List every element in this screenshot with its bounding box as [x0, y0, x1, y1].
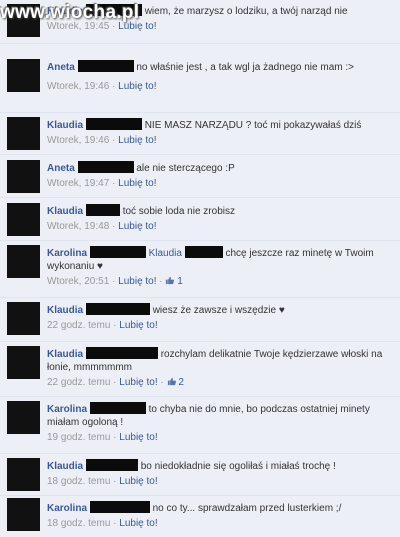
comment-meta: 18 godz. temu · Lubię to! [47, 518, 158, 529]
comment-author[interactable]: Aneta [47, 163, 75, 174]
avatar[interactable] [7, 160, 40, 193]
avatar[interactable] [7, 203, 40, 236]
redacted-name [77, 161, 134, 173]
redacted-name [85, 303, 150, 315]
comment-author[interactable]: Klaudia [47, 305, 83, 316]
comment-timestamp[interactable]: 18 godz. temu [47, 476, 110, 487]
comment-item: Aneta no właśnie jest , a tak wgl ja żad… [0, 55, 400, 113]
redacted-name [89, 402, 146, 414]
like-link[interactable]: Lubię to! [118, 276, 156, 287]
avatar[interactable] [7, 346, 40, 379]
comment-timestamp[interactable]: Wtorek, 20:51 [47, 276, 109, 287]
comment-text: NIE MASZ NARZĄDU ? toć mi pokazywałaś dz… [144, 120, 362, 131]
like-link[interactable]: Lubię to! [119, 476, 157, 487]
comment-item: Karolina no co ty... sprawdzałam przed l… [0, 496, 400, 537]
comment-timestamp[interactable]: Wtorek, 19:46 [47, 81, 109, 92]
comment-meta: 22 godz. temu · Lubię to! [47, 320, 158, 331]
comment-meta: Wtorek, 19:48 · Lubię to! [47, 221, 157, 232]
comment-item: Klaudia NIE MASZ NARZĄDU ? toć mi pokazy… [0, 113, 400, 155]
avatar[interactable] [7, 498, 40, 531]
like-link[interactable]: Lubię to! [118, 135, 156, 146]
comment-author[interactable]: Klaudia [47, 349, 83, 360]
comment-timestamp[interactable]: Wtorek, 19:47 [47, 178, 109, 189]
like-link[interactable]: Lubię to! [118, 81, 156, 92]
comment-author[interactable]: Karolina [47, 248, 87, 259]
comment-item: Klaudia toć sobie loda nie zrobisz Wtore… [0, 199, 400, 241]
thumbs-up-icon [166, 276, 175, 285]
comment-meta: Wtorek, 20:51 · Lubię to! · 1 [47, 276, 183, 287]
like-count[interactable]: 1 [165, 276, 183, 287]
comment-text: bo niedokładnie się ogoliłaś i miałaś tr… [140, 461, 336, 472]
redacted-name [77, 60, 134, 72]
comment-author[interactable]: Karolina [47, 404, 87, 415]
comment-timestamp[interactable]: 22 godz. temu [47, 320, 110, 331]
comment-item: Karolina to chyba nie do mnie, bo podcza… [0, 397, 400, 454]
comment-meta: 18 godz. temu · Lubię to! [47, 476, 158, 487]
avatar[interactable] [7, 401, 40, 434]
comment-item: Klaudia rozchylam delikatnie Twoje kędzi… [0, 342, 400, 397]
comment-meta: Wtorek, 19:46 · Lubię to! [47, 81, 157, 92]
like-link[interactable]: Lubię to! [119, 320, 157, 331]
like-link[interactable]: Lubię to! [118, 221, 156, 232]
comment-author[interactable]: Karolina [47, 503, 87, 514]
comment-text: ale nie sterczącego :P [136, 163, 235, 174]
comment-author[interactable]: Klaudia [47, 461, 83, 472]
comment-item: Karolina Klaudia chcę jeszcze raz minetę… [0, 241, 400, 298]
comment-timestamp[interactable]: Wtorek, 19:48 [47, 221, 109, 232]
comment-author[interactable]: Aneta [47, 62, 75, 73]
like-link[interactable]: Lubię to! [119, 518, 157, 529]
avatar[interactable] [7, 302, 40, 335]
avatar[interactable] [7, 59, 40, 92]
comment-meta: Wtorek, 19:47 · Lubię to! [47, 178, 157, 189]
redacted-name [85, 204, 120, 216]
comment-author[interactable]: Klaudia [47, 206, 83, 217]
redacted-name [85, 347, 158, 359]
comment-timestamp[interactable]: 18 godz. temu [47, 518, 110, 529]
comment-meta: 19 godz. temu · Lubię to! [47, 432, 158, 443]
comment-author[interactable]: Klaudia [47, 120, 83, 131]
redacted-name [89, 501, 150, 513]
comment-text: toć sobie loda nie zrobisz [122, 206, 235, 217]
comment-text: no właśnie jest , a tak wgl ja żadnego n… [136, 62, 354, 73]
comment-text: wiem, że marzysz o lodziku, a twój narzą… [144, 6, 348, 17]
avatar[interactable] [7, 458, 40, 491]
redacted-name [184, 246, 223, 258]
watermark-logo: www.wiocha.pl [0, 2, 140, 23]
avatar[interactable] [7, 117, 40, 150]
avatar[interactable] [7, 245, 40, 278]
comment-timestamp[interactable]: Wtorek, 19:46 [47, 135, 109, 146]
redacted-name [85, 118, 142, 130]
comment-item: Klaudia wiesz że zawsze i wszędzie ♥ 22 … [0, 298, 400, 342]
comment-text: wiesz że zawsze i wszędzie ♥ [152, 305, 285, 316]
comment-timestamp[interactable]: 19 godz. temu [47, 432, 110, 443]
comment-item: Aneta ale nie sterczącego :P Wtorek, 19:… [0, 156, 400, 198]
thumbs-up-icon [167, 377, 176, 386]
like-link[interactable]: Lubię to! [119, 377, 157, 388]
comment-timestamp[interactable]: 22 godz. temu [47, 377, 110, 388]
comment-meta: Wtorek, 19:46 · Lubię to! [47, 135, 157, 146]
like-count[interactable]: 2 [167, 377, 184, 388]
comment-meta: 22 godz. temu · Lubię to! · 2 [47, 377, 184, 388]
comment-text: no co ty... sprawdzałam przed lusterkiem… [152, 503, 342, 514]
mentioned-user[interactable]: Klaudia [149, 248, 182, 259]
redacted-name [85, 459, 138, 471]
comment-item: Klaudia bo niedokładnie się ogoliłaś i m… [0, 454, 400, 496]
like-link[interactable]: Lubię to! [118, 178, 156, 189]
redacted-name [89, 246, 146, 258]
like-link[interactable]: Lubię to! [119, 432, 157, 443]
